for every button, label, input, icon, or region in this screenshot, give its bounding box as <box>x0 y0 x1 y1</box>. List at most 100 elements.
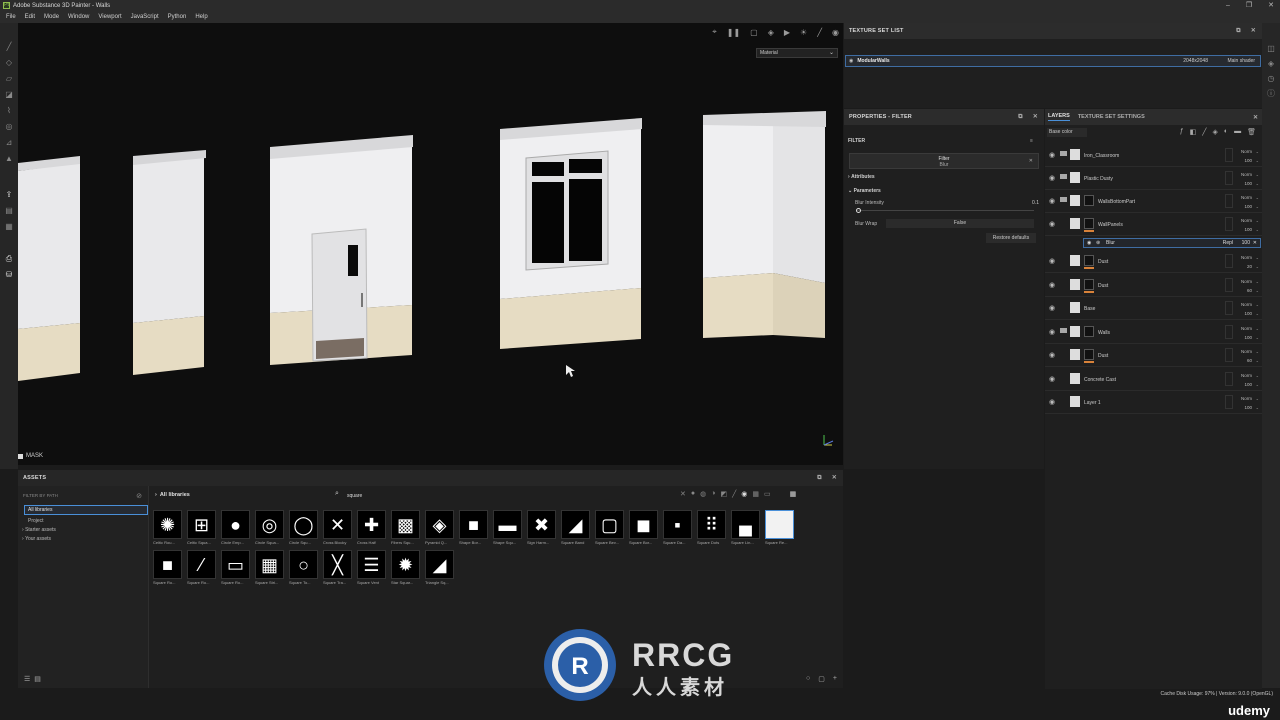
asset-preview-icon[interactable]: ✖ <box>527 510 556 539</box>
asset-thumbnail[interactable]: ◢ Triangle Sq... <box>425 550 457 588</box>
asset-preview-icon[interactable]: ○ <box>289 550 318 579</box>
asset-thumbnail[interactable]: ✖ Sign Harm... <box>527 510 559 548</box>
layer-blend[interactable]: Norm 100 <box>1241 300 1252 318</box>
filter-selector[interactable]: Filter Blur ✕ <box>849 153 1039 169</box>
asset-preview-icon[interactable]: ◯ <box>289 510 318 539</box>
viewport-scene[interactable] <box>18 23 843 465</box>
layer-blend[interactable]: Norm 20 <box>1241 253 1252 271</box>
filter-list-icon[interactable]: ▤ <box>34 675 41 683</box>
layer-row[interactable]: ◉ Dust Norm 60 ⌄ ⌄ <box>1045 344 1262 367</box>
eye-icon[interactable]: ◉ <box>1049 281 1055 289</box>
asset-preview-icon[interactable]: ▪ <box>663 510 692 539</box>
add-fill-layer-icon[interactable]: ◈ <box>1212 128 1217 136</box>
shader-settings-icon[interactable]: ▦ <box>5 223 13 231</box>
zoom-icon[interactable]: ○ <box>806 675 810 683</box>
menu-viewport[interactable]: Viewport <box>98 14 121 20</box>
blur-wrap-dropdown[interactable]: False <box>886 219 1034 228</box>
layer-row[interactable]: ◉ Walls Norm 100 ⌄ ⌄ <box>1045 321 1262 344</box>
undock-icon[interactable]: ⧉ <box>817 470 821 486</box>
menu-window[interactable]: Window <box>68 14 89 20</box>
asset-preview-icon[interactable]: ◎ <box>255 510 284 539</box>
add-paint-layer-icon[interactable]: ╱ <box>1202 128 1206 136</box>
material-dropdown[interactable]: Material ⌄ <box>756 48 838 58</box>
eye-icon[interactable]: ◉ <box>1049 351 1055 359</box>
blur-blend-mode[interactable]: Repl <box>1223 239 1233 247</box>
history-icon[interactable]: ◷ <box>1267 75 1275 83</box>
asset-thumbnail[interactable]: ⊞ Celtic Squa... <box>187 510 219 548</box>
asset-thumbnail[interactable]: ✚ Cross Half <box>357 510 389 548</box>
blur-intensity-slider[interactable] <box>856 208 1034 213</box>
filter-smart-mask-icon[interactable]: ◩ <box>720 490 727 498</box>
library-all[interactable]: All libraries <box>24 505 148 515</box>
log-icon[interactable]: ⓘ <box>1267 90 1275 98</box>
3d-viewport[interactable]: ⌖ ❚❚ ▢ ◈ ▶ ☀ ╱ ◉ Material ⌄ <box>18 23 843 465</box>
eye-icon[interactable]: ◉ <box>1049 304 1055 312</box>
eye-icon[interactable]: ◉ <box>849 58 853 64</box>
asset-thumbnail[interactable]: ▪ Square Da... <box>663 510 695 548</box>
blend-mode[interactable]: Norm <box>1241 349 1252 354</box>
menu-edit[interactable]: Edit <box>25 14 35 20</box>
blur-intensity-value[interactable]: 0.1 <box>1032 200 1039 206</box>
asset-preview-icon[interactable]: ◢ <box>425 550 454 579</box>
eye-icon[interactable]: ◉ <box>1087 239 1091 247</box>
asset-thumbnail[interactable]: ◎ Circle Squa... <box>255 510 287 548</box>
asset-preview-icon[interactable] <box>765 510 794 539</box>
blend-arrows-icon[interactable]: ⌄ ⌄ <box>1256 253 1259 271</box>
blend-mode[interactable]: Norm <box>1241 172 1252 177</box>
library-your-expander[interactable]: › Your assets <box>22 536 51 542</box>
layer-row[interactable]: ◉ Base Norm 100 ⌄ ⌄ <box>1045 297 1262 320</box>
list-view-icon[interactable]: ☰ <box>24 675 30 683</box>
blend-mode[interactable]: Norm <box>1241 326 1252 331</box>
asset-thumbnail[interactable]: ▬ Shape Squ... <box>493 510 525 548</box>
asset-preview-icon[interactable]: ☰ <box>357 550 386 579</box>
filter-texture-icon[interactable]: ◑ <box>711 490 715 498</box>
slider-knob[interactable] <box>856 208 861 213</box>
opacity-value[interactable]: 100 <box>1244 382 1252 387</box>
tab-texture-set-settings[interactable]: TEXTURE SET SETTINGS <box>1078 114 1145 120</box>
asset-preview-icon[interactable]: ◼ <box>629 510 658 539</box>
blend-arrows-icon[interactable]: ⌄ ⌄ <box>1256 371 1259 389</box>
blend-arrows-icon[interactable]: ⌄ ⌄ <box>1256 324 1259 342</box>
blend-mode[interactable]: Norm <box>1241 149 1252 154</box>
shelf-icon[interactable]: ◈ <box>1267 60 1275 68</box>
asset-preview-icon[interactable]: ▩ <box>391 510 420 539</box>
filter-material-icon[interactable]: ● <box>691 490 695 498</box>
asset-preview-icon[interactable]: ✹ <box>391 550 420 579</box>
asset-thumbnail[interactable]: ◢ Square Band <box>561 510 593 548</box>
asset-preview-icon[interactable]: ▄ <box>731 510 760 539</box>
asset-thumbnail[interactable]: ◼ Square Bor... <box>629 510 661 548</box>
breadcrumb[interactable]: › All libraries <box>155 492 190 498</box>
opacity-value[interactable]: 100 <box>1244 227 1252 232</box>
close-icon[interactable]: ✕ <box>1253 114 1258 121</box>
layer-blend[interactable]: Norm 100 <box>1241 170 1252 188</box>
opacity-value[interactable]: 100 <box>1244 204 1252 209</box>
asset-preview-icon[interactable]: ▭ <box>221 550 250 579</box>
asset-preview-icon[interactable]: ■ <box>153 550 182 579</box>
menu-javascript[interactable]: JavaScript <box>131 14 159 20</box>
blur-effect-row[interactable]: ◉ ⊛ Blur Repl 100 ✕ <box>1083 238 1261 248</box>
asset-preview-icon[interactable]: ✕ <box>323 510 352 539</box>
asset-preview-icon[interactable]: ✺ <box>153 510 182 539</box>
channel-dropdown[interactable]: Base color <box>1047 128 1087 137</box>
filter-brush-icon[interactable]: ╱ <box>732 490 736 498</box>
eye-icon[interactable]: ◉ <box>1049 220 1055 228</box>
bake-icon[interactable]: ⇪ <box>5 191 13 199</box>
eraser-icon[interactable]: ◇ <box>5 59 13 67</box>
export-icon[interactable]: ⎙ <box>5 255 13 263</box>
delete-layer-icon[interactable]: 🗑 <box>1247 128 1256 136</box>
brush-mode-icon[interactable]: ╱ <box>817 28 822 37</box>
asset-thumbnail[interactable]: ✺ Celtic Rou... <box>153 510 185 548</box>
parameters-section[interactable]: ⌄ Parameters <box>848 188 881 194</box>
opacity-value[interactable]: 100 <box>1244 181 1252 186</box>
tab-layers[interactable]: LAYERS <box>1048 113 1070 121</box>
layer-blend[interactable]: Norm 100 <box>1241 371 1252 389</box>
asset-thumbnail[interactable]: ✕ Cross Blocky <box>323 510 355 548</box>
asset-thumbnail[interactable]: ■ Square Ro... <box>153 550 185 588</box>
close-icon[interactable]: ✕ <box>1033 109 1038 125</box>
asset-thumbnail[interactable]: ◈ Pyramid Q... <box>425 510 457 548</box>
grid-view-icon[interactable]: ▦ <box>790 490 797 498</box>
asset-preview-icon[interactable]: ⊞ <box>187 510 216 539</box>
layer-row[interactable]: ◉ Layer 1 Norm 100 ⌄ ⌄ <box>1045 391 1262 414</box>
search-input[interactable] <box>347 491 677 500</box>
layer-row[interactable]: ◉ Dust Norm 60 ⌄ ⌄ <box>1045 274 1262 297</box>
